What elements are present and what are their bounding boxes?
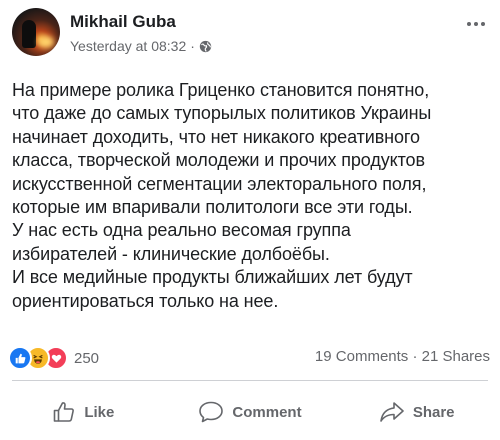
comments-shares-count[interactable]: 19 Comments · 21 Shares <box>315 348 490 365</box>
post-meta: Yesterday at 08:32 · <box>70 38 212 54</box>
share-button[interactable]: Share <box>333 392 500 432</box>
like-label: Like <box>84 403 115 421</box>
facebook-post: Mikhail Guba Yesterday at 08:32 · На при… <box>0 0 500 440</box>
post-header: Mikhail Guba Yesterday at 08:32 · <box>12 8 488 58</box>
more-options-icon[interactable] <box>464 14 488 34</box>
like-reaction-icon <box>8 346 32 370</box>
author-avatar[interactable] <box>12 8 60 56</box>
comment-label: Comment <box>232 403 302 421</box>
comment-button[interactable]: Comment <box>167 392 334 432</box>
post-text: На примере ролика Гриценко становится по… <box>12 80 432 311</box>
actions-divider <box>12 380 488 381</box>
thumbs-up-icon <box>52 400 76 424</box>
share-arrow-icon <box>379 400 405 424</box>
globe-icon <box>199 40 212 53</box>
post-stats: 250 19 Comments · 21 Shares <box>8 346 490 370</box>
meta-separator: · <box>190 38 195 54</box>
reaction-count: 250 <box>74 349 100 367</box>
post-actions: Like Comment Share <box>0 392 500 432</box>
author-name[interactable]: Mikhail Guba <box>70 12 176 32</box>
share-label: Share <box>412 403 455 421</box>
post-timestamp[interactable]: Yesterday at 08:32 <box>70 38 186 54</box>
reactions-summary[interactable]: 250 <box>8 346 99 370</box>
like-button[interactable]: Like <box>0 392 167 432</box>
speech-bubble-icon <box>198 400 224 424</box>
